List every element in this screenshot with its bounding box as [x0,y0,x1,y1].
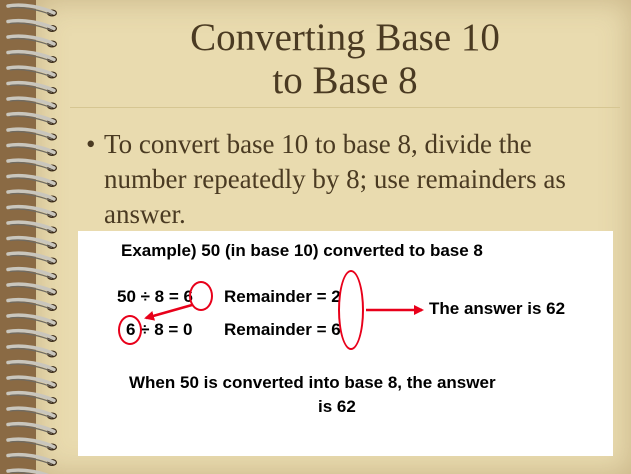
annotation-arrows [144,303,424,321]
carry-arrow [144,303,193,321]
slide: Converting Base 10 to Base 8 • To conver… [0,0,631,474]
